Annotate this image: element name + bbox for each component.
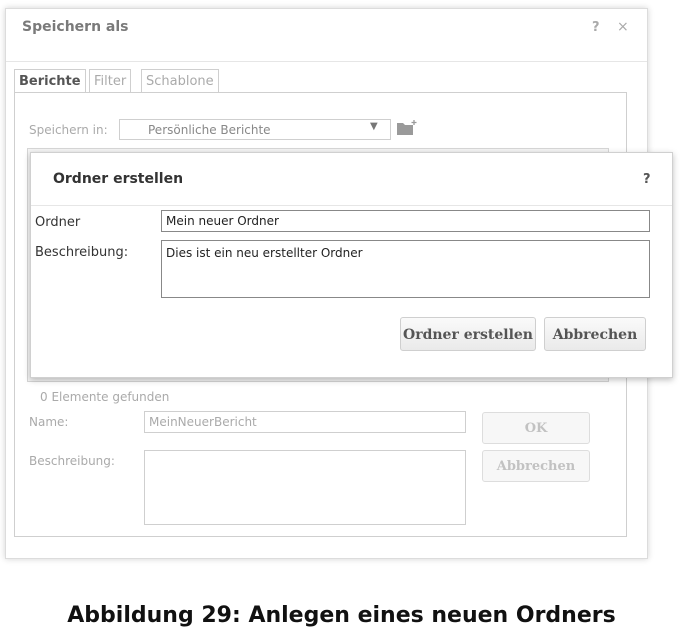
folder-description-label: Beschreibung:: [35, 245, 129, 260]
create-folder-dialog-title: Ordner erstellen: [53, 171, 184, 187]
description-label: Beschreibung:: [29, 454, 115, 468]
help-button[interactable]: ?: [592, 20, 600, 35]
found-count: 0 Elemente gefunden: [40, 390, 170, 404]
chevron-down-icon[interactable]: ▼: [370, 121, 378, 132]
create-folder-title-divider: [31, 205, 672, 206]
figure-caption: Abbildung 29: Anlegen eines neuen Ordner…: [67, 603, 616, 628]
folder-description-textarea[interactable]: Dies ist ein neu erstellter Ordner: [161, 240, 650, 298]
create-folder-help-button[interactable]: ?: [643, 172, 651, 187]
create-folder-button[interactable]: Ordner erstellen: [400, 317, 536, 351]
folder-name-input[interactable]: Mein neuer Ordner: [161, 210, 650, 232]
tab-schablone[interactable]: Schablone: [141, 69, 219, 93]
close-button[interactable]: ×: [617, 19, 629, 35]
title-divider: [6, 61, 647, 62]
create-folder-cancel-button[interactable]: Abbrechen: [544, 317, 646, 351]
new-folder-icon[interactable]: [396, 119, 418, 137]
tab-filter[interactable]: Filter: [89, 69, 132, 93]
save-as-dialog-title: Speichern als: [22, 19, 129, 35]
name-input[interactable]: MeinNeuerBericht: [144, 411, 466, 433]
save-in-label: Speichern in:: [29, 123, 108, 137]
name-label: Name:: [29, 415, 69, 429]
ok-button[interactable]: OK: [482, 412, 590, 444]
save-in-select[interactable]: Persönliche Berichte: [119, 119, 391, 140]
folder-label: Ordner: [35, 215, 81, 230]
cancel-button[interactable]: Abbrechen: [482, 450, 590, 482]
description-textarea[interactable]: [144, 450, 466, 525]
tab-berichte[interactable]: Berichte: [14, 69, 86, 94]
